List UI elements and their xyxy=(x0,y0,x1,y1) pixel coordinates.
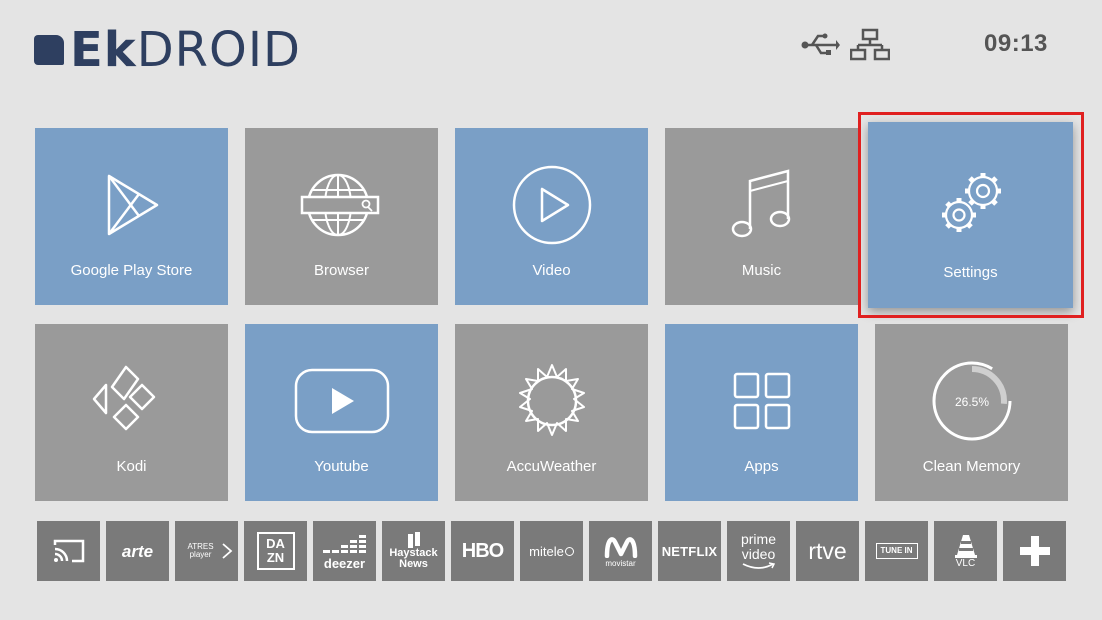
tile-youtube[interactable]: Youtube xyxy=(245,324,438,501)
dock-label: NETFLIX xyxy=(661,543,718,559)
movistar-m-icon xyxy=(604,537,637,558)
tile-label: Kodi xyxy=(116,458,147,475)
dock-arte[interactable]: arte xyxy=(106,521,169,581)
dock-label: TUNE IN xyxy=(875,543,918,559)
ethernet-icon xyxy=(850,28,890,61)
tile-label: Youtube xyxy=(314,458,369,475)
dock-rtve[interactable]: rtve xyxy=(796,521,859,581)
brand-name: EkDROID xyxy=(70,22,301,78)
dock-label: rtve xyxy=(808,537,847,564)
tile-music[interactable]: Music xyxy=(665,128,858,305)
dock-prime-video[interactable]: prime video xyxy=(727,521,790,581)
sun-icon xyxy=(518,364,585,436)
tile-settings[interactable]: Settings xyxy=(868,122,1073,308)
dock-label: prime video xyxy=(740,531,776,562)
equalizer-icon xyxy=(322,534,366,553)
dock-dazn[interactable]: DA ZN xyxy=(244,521,307,581)
memory-ring-icon: 26.5% xyxy=(932,361,1011,441)
tile-accuweather[interactable]: AccuWeather xyxy=(455,324,648,501)
brand-logo: EkDROID xyxy=(34,24,301,76)
usb-icon xyxy=(801,33,840,55)
memory-percent: 26.5% xyxy=(954,395,988,409)
dock-label: deezer xyxy=(323,555,366,571)
tile-label: Google Play Store xyxy=(70,262,193,279)
tile-label: Music xyxy=(741,262,782,279)
grid-icon xyxy=(733,372,790,430)
dock-label: VLC xyxy=(955,558,976,569)
clock: 09:13 xyxy=(984,30,1048,57)
dock-vlc[interactable]: VLC xyxy=(934,521,997,581)
youtube-icon xyxy=(294,368,389,434)
tile-google-play-store[interactable]: Google Play Store xyxy=(35,128,228,305)
dock-netflix[interactable]: NETFLIX xyxy=(658,521,721,581)
dock-add-app[interactable] xyxy=(1003,521,1066,581)
dock-atresplayer[interactable]: ATRES player xyxy=(175,521,238,581)
tile-label: Apps xyxy=(744,458,779,475)
kodi-icon xyxy=(92,365,155,431)
tile-label: AccuWeather xyxy=(506,458,597,475)
plus-icon xyxy=(1019,536,1050,566)
logo-mark-icon xyxy=(34,35,64,65)
tile-label: Browser xyxy=(313,262,369,279)
dock-tunein[interactable]: TUNE IN xyxy=(865,521,928,581)
music-note-icon xyxy=(731,169,790,238)
tile-label: Video xyxy=(532,262,571,279)
traffic-cone-icon xyxy=(954,535,977,558)
dock-haystack-news[interactable]: Haystack News xyxy=(382,521,445,581)
smile-arrow-icon xyxy=(742,561,775,569)
play-store-icon xyxy=(107,174,158,236)
tile-clean-memory[interactable]: 26.5% Clean Memory xyxy=(875,324,1068,501)
dock-label: mitele xyxy=(529,543,564,559)
dock-cast[interactable] xyxy=(37,521,100,581)
app-dock: arte ATRES player DA ZN deezer Haystack … xyxy=(37,521,1066,581)
tile-apps[interactable]: Apps xyxy=(665,324,858,501)
chevron-right-icon xyxy=(221,543,232,559)
tile-browser[interactable]: Browser xyxy=(245,128,438,305)
dock-label: movistar xyxy=(605,559,636,568)
status-bar xyxy=(800,28,890,62)
tile-kodi[interactable]: Kodi xyxy=(35,324,228,501)
dock-label: DA ZN xyxy=(256,532,295,570)
tile-label: Settings xyxy=(943,264,998,281)
tile-label: Clean Memory xyxy=(922,458,1021,475)
dock-label: HBO xyxy=(461,540,504,562)
tile-video[interactable]: Video xyxy=(455,128,648,305)
cast-icon xyxy=(53,539,84,563)
mitele-dot-icon xyxy=(564,546,574,556)
globe-icon xyxy=(300,173,379,237)
haystack-icon xyxy=(407,532,420,548)
dock-label: arte xyxy=(121,541,154,561)
dock-movistar[interactable]: movistar xyxy=(589,521,652,581)
dock-label: ATRES player xyxy=(187,542,214,559)
dock-hbo[interactable]: HBO xyxy=(451,521,514,581)
dock-deezer[interactable]: deezer xyxy=(313,521,376,581)
play-circle-icon xyxy=(512,165,591,245)
dock-label: Haystack News xyxy=(389,547,438,570)
gears-icon xyxy=(941,173,1001,232)
dock-mitele[interactable]: mitele xyxy=(520,521,583,581)
